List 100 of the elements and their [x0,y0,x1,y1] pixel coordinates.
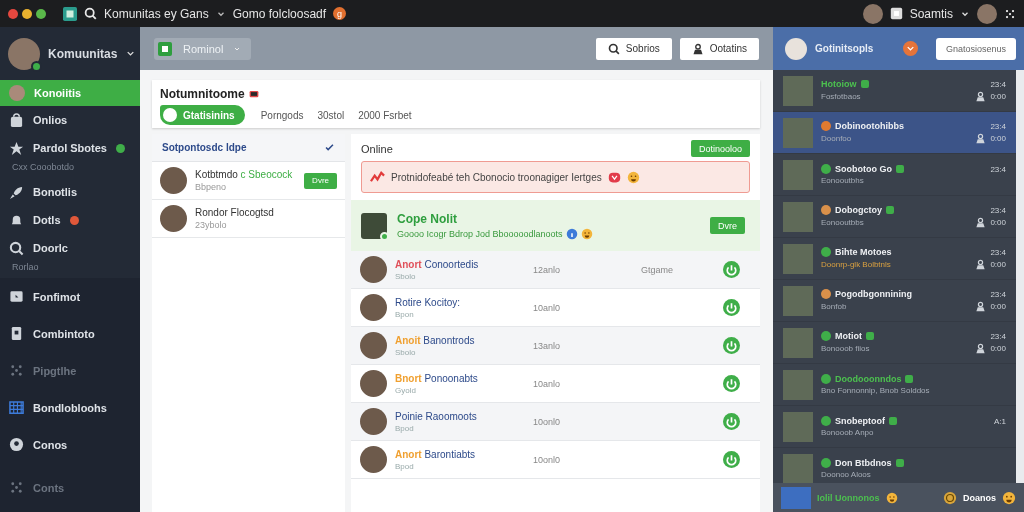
chat-item[interactable]: Bihte Motoes 23:4 Doonrp-glk Bolbtnls 0:00 [773,238,1016,280]
channel-title[interactable]: Gomo folcloosadf [232,6,327,21]
notification-badge: g [333,7,347,20]
avatar [160,205,187,232]
chat-preview: Bno Fonnonnip, Bnob Solddos [821,386,930,395]
user-name[interactable]: Soamtis [909,6,953,21]
chat-time: A:1 [994,416,1006,426]
search-icon [9,240,24,256]
workspace-icon [157,40,173,57]
panel-title: Online [361,142,393,155]
chat-preview: Doonrp-glk Bolbtnls [821,260,891,269]
sidebar-item[interactable]: Bonotlis [0,178,140,206]
app-title[interactable]: Komunitas ey Gans [104,6,209,21]
alert-text: Protnidofeabé teh Cbonocio troonagiger Iertges [391,171,602,183]
header-button[interactable]: Gnatosiosenus [935,37,1016,60]
user-avatar [862,3,883,24]
grid-icon [9,400,24,415]
chat-name: Hotoiow [821,79,857,89]
person-icon [691,42,704,55]
chat-preview: Bonooob fiios [821,344,870,353]
tab[interactable]: 2000 Fsrbet [352,105,418,125]
chat-name: Pogodbgonnining [835,289,912,299]
chat-item[interactable]: Motiot 23:4 Bonooob fiios 0:00 [773,322,1016,364]
avatar [360,294,387,321]
chat-name: Motiot [835,331,862,341]
chat-item[interactable]: Dobinootohibbs 23:4 Doonfoo 0:00 [773,112,1016,154]
contact-status: Bpon [395,309,415,319]
chat-item[interactable]: Snobeptoof A:1 Bonooob Anpo [773,406,1016,448]
chat-item[interactable]: Soobotoo Go 23:4 Eonooutbhs [773,154,1016,196]
request-item[interactable]: Rondor Flocogtsd 23ybolo [152,200,345,238]
window-control-icon[interactable] [8,8,18,19]
sidebar-item[interactable]: Conos [0,426,140,463]
chat-duration: 0:00 [990,218,1006,227]
avatar [9,85,25,101]
coin-icon [943,490,957,505]
sidebar-item[interactable]: Fonfimot [0,278,140,315]
chat-item[interactable]: Dobogctoy 23:4 Eonooutbbs 0:00 [773,196,1016,238]
sidebar-item[interactable]: Combintoto [0,315,140,352]
user-name[interactable]: Gotinitsopls [815,43,874,54]
app-icon [63,6,77,21]
power-icon [723,299,740,316]
sidebar-item[interactable]: Doorlc [0,234,140,262]
chat-preview: Eonooutbhs [821,176,864,185]
status-dot [380,231,389,241]
chat-preview: Bonfob [821,302,847,311]
sidebar-item[interactable]: Onlios [0,106,140,134]
chat-name: Don Btbdnos [835,458,892,468]
thumbnail-placeholder [783,411,813,442]
tab[interactable]: Porngods [254,105,310,125]
sidebar-item[interactable]: Dotls [0,206,140,234]
chat-item[interactable]: Pogodbgonnining 23:4 Bonfob 0:00 [773,280,1016,322]
contact-name: Cope Nolit [397,211,458,226]
user-name[interactable]: Komuunitas [48,46,118,61]
info-icon [565,227,578,240]
contact-row[interactable]: Anoit Banontrods Sbolo 13anlo [351,327,760,365]
contact-status: 23ybolo [195,220,228,230]
chat-duration: 0:00 [990,344,1006,353]
window-control-icon[interactable] [36,8,46,19]
sidebar-subitem[interactable]: Rorlao [0,262,140,278]
tab[interactable]: 30stol [311,105,351,125]
sidebar-item[interactable]: Pardol Sbotes [0,134,140,162]
bag-icon [9,112,24,128]
contact-name: Poinie Raoomoots [395,410,478,422]
contact-name: Anort Barontiabts [395,448,477,460]
contact-name: Bnort Ponoonabts [395,372,479,384]
contact-row[interactable]: Poinie Raoomoots Bpod 10onl0 [351,403,760,441]
chat-name: Soobotoo Go [835,164,892,174]
thumbnail-placeholder [783,453,813,483]
sidebar-subitem[interactable]: Cxx Cooobotdo [0,162,140,178]
emoji-icon [626,170,640,184]
contact-status: Bpod [395,423,415,433]
trend-icon [370,169,385,185]
header-button[interactable]: Sobrios [595,37,672,60]
contact-time: 12anlo [533,264,562,275]
chat-time: 23:4 [990,331,1006,341]
thumbnail-placeholder [783,285,813,316]
emoji-icon [580,227,593,240]
window-control-icon[interactable] [22,8,32,19]
chat-duration: 0:00 [990,302,1006,311]
chat-name: Bihte Motoes [835,247,892,257]
avatar [360,408,387,435]
profile-card-icon [889,7,903,20]
header-button[interactable]: Ootatins [679,37,759,60]
chat-duration: 0:00 [990,134,1006,143]
chat-duration: 0:00 [990,260,1006,269]
contact-row[interactable]: Anort Conoortedis Sbolo 12anlo Gtgame [351,251,760,289]
emoji-icon [885,491,898,504]
contact-name: Anoit Banontrods [395,334,476,346]
sidebar-item[interactable]: Bondlobloohs [0,389,140,426]
contact-time: 10anlo [533,378,562,389]
contact-name: Anort Conoortedis [395,258,480,270]
avatar [360,446,387,473]
chat-item[interactable]: Doodooonndos Bno Fonnonnip, Bnob Solddos [773,364,1016,406]
contact-row[interactable]: Anort Barontiabts Bpod 10onl0 [351,441,760,479]
emoji-icon [1002,490,1016,505]
avatar [360,370,387,397]
dots-icon [9,480,24,495]
request-item[interactable]: Kotbtmdo c Sbeocock Bbpeno Dvre [152,162,345,200]
chat-time: 23:4 [990,247,1006,257]
star-icon [9,140,24,156]
